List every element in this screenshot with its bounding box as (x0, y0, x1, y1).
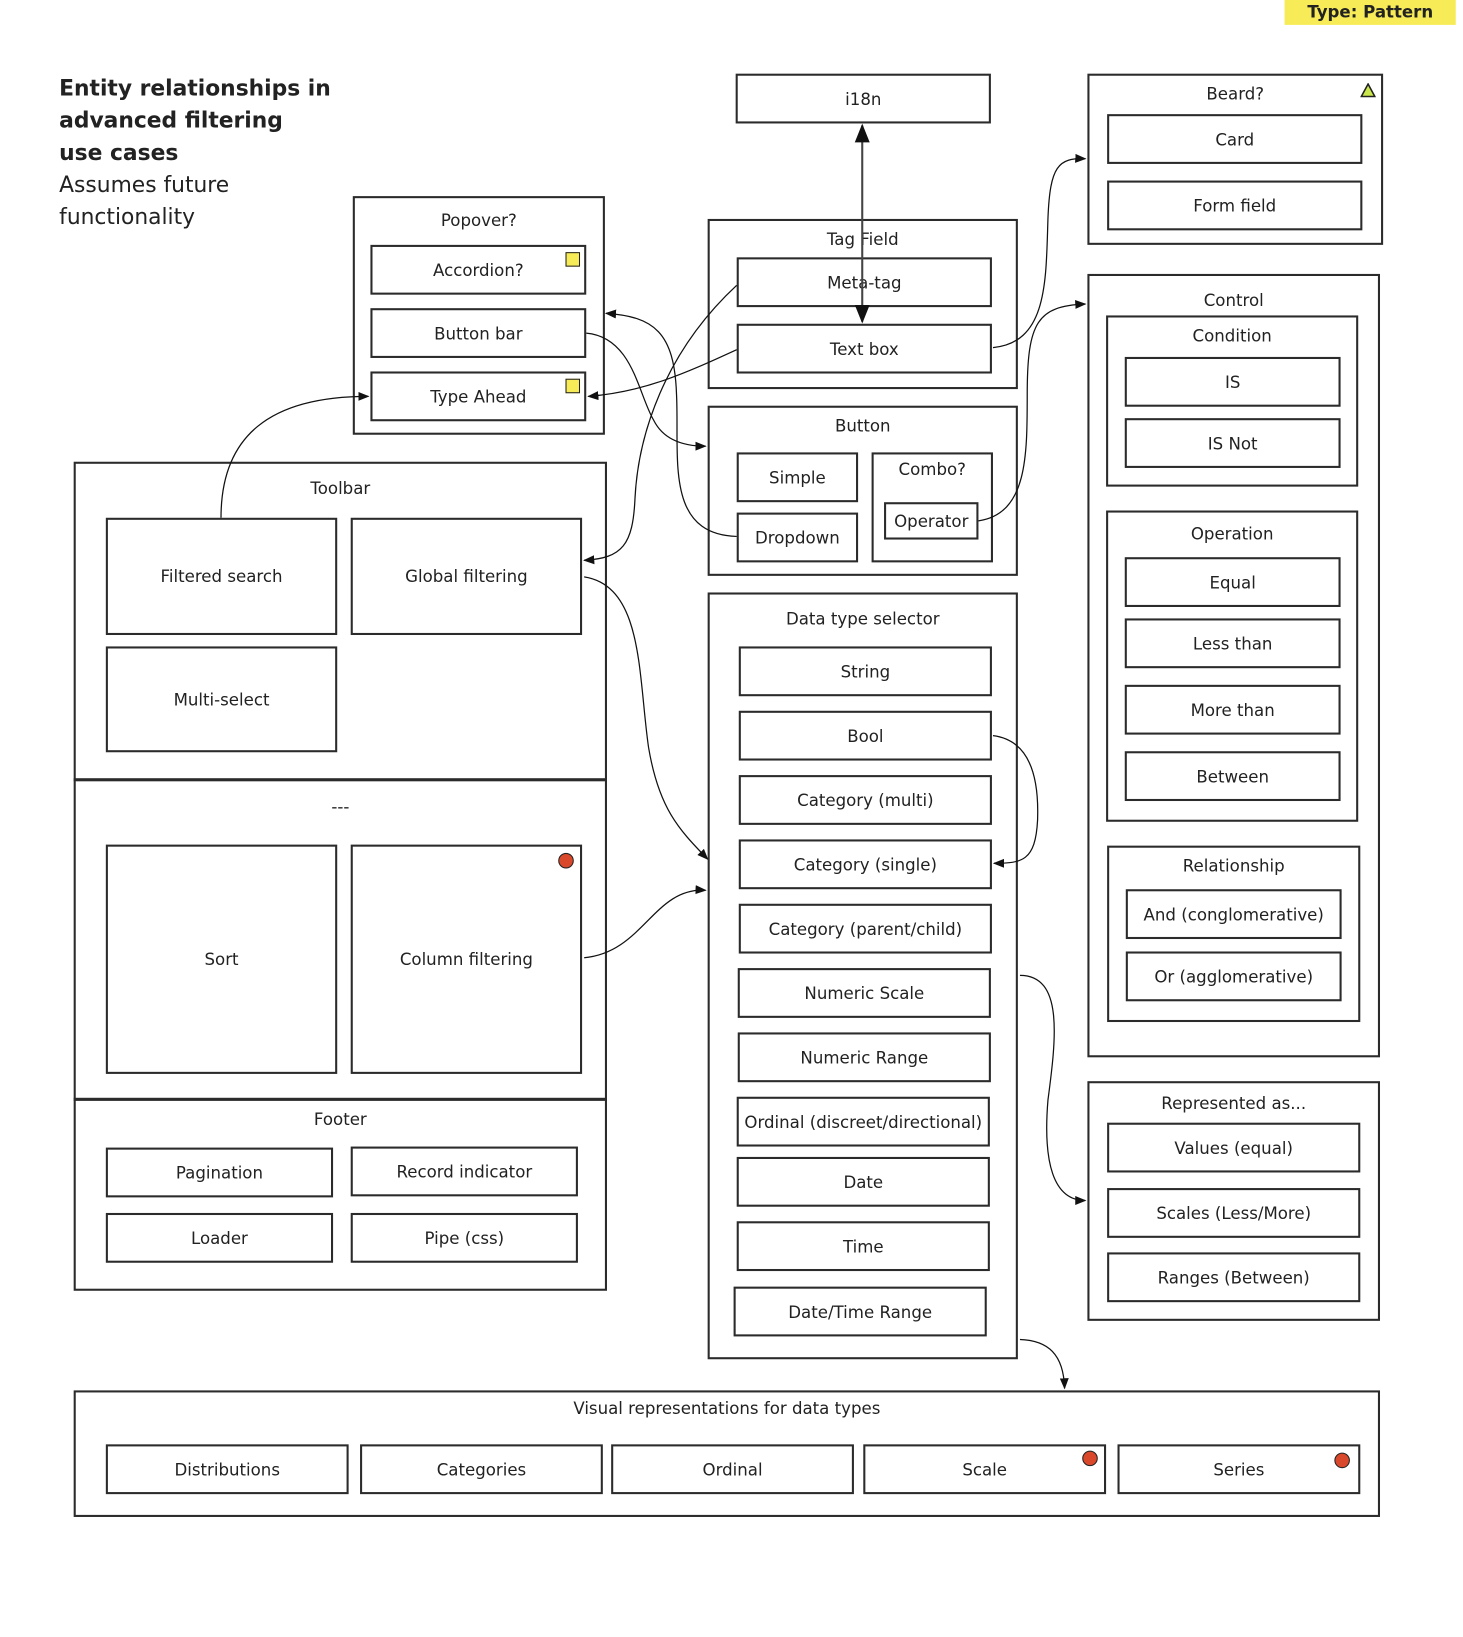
meta-tag-box[interactable]: Meta-tag (736, 257, 992, 308)
bool-box[interactable]: Bool (738, 710, 992, 761)
equal-box[interactable]: Equal (1124, 557, 1341, 607)
is-not-box[interactable]: IS Not (1124, 418, 1341, 468)
warning-triangle-icon (1360, 83, 1376, 98)
relationship-title: Relationship (1182, 856, 1285, 876)
control-title: Control (1203, 290, 1264, 311)
combo-title: Combo? (898, 459, 966, 480)
category-parent-child-box[interactable]: Category (parent/child) (738, 903, 992, 954)
pipe-css-box[interactable]: Pipe (css) (350, 1212, 578, 1263)
diagram-canvas: Type: Pattern Entity relationships in ad… (0, 0, 1463, 1637)
series-box[interactable]: Series (1117, 1444, 1361, 1495)
ranges-between-box[interactable]: Ranges (Between) (1107, 1252, 1361, 1303)
filtered-search-box[interactable]: Filtered search (105, 517, 338, 636)
between-box[interactable]: Between (1124, 751, 1341, 802)
loader-box[interactable]: Loader (105, 1212, 334, 1263)
type-badge: Type: Pattern (1284, 0, 1457, 25)
popover-title: Popover? (440, 210, 517, 231)
condition-title: Condition (1192, 325, 1272, 346)
operator-box[interactable]: Operator (884, 502, 979, 540)
numeric-scale-box[interactable]: Numeric Scale (737, 968, 991, 1018)
accordion-box[interactable]: Accordion? (370, 244, 587, 295)
time-box[interactable]: Time (736, 1221, 990, 1272)
record-indicator-box[interactable]: Record indicator (350, 1146, 578, 1197)
title-line: advanced filtering (59, 107, 283, 133)
data-type-selector-title: Data type selector (785, 609, 940, 629)
date-time-range-box[interactable]: Date/Time Range (733, 1286, 987, 1337)
sort-box[interactable]: Sort (105, 844, 338, 1074)
title-line: use cases (59, 140, 179, 165)
yellow-square-marker-icon (565, 378, 581, 394)
distributions-box[interactable]: Distributions (105, 1444, 349, 1495)
values-equal-box[interactable]: Values (equal) (1107, 1122, 1361, 1173)
and-conglomerative-box[interactable]: And (conglomerative) (1125, 889, 1342, 940)
red-dot-marker-icon (1082, 1450, 1098, 1467)
is-box[interactable]: IS (1124, 356, 1341, 407)
button-bar-box[interactable]: Button bar (370, 308, 587, 358)
tag-field-title: Tag Field (826, 229, 899, 250)
section-divider (73, 778, 607, 782)
connector-datatype-visual (1019, 1338, 1069, 1390)
card-box[interactable]: Card (1107, 114, 1363, 164)
categories-box[interactable]: Categories (360, 1444, 603, 1495)
pagination-box[interactable]: Pagination (105, 1147, 334, 1198)
subtitle-line: functionality (59, 204, 196, 230)
beard-title: Beard? (1206, 84, 1265, 104)
represented-as-title: Represented as... (1161, 1093, 1307, 1114)
text-box-box[interactable]: Text box (736, 323, 992, 374)
multi-select-box[interactable]: Multi-select (105, 646, 338, 753)
operation-title: Operation (1190, 523, 1274, 544)
category-single-box[interactable]: Category (single) (738, 839, 992, 890)
scales-less-more-box[interactable]: Scales (Less/More) (1107, 1188, 1361, 1238)
subtitle-line: Assumes future (59, 172, 230, 198)
string-box[interactable]: String (738, 646, 992, 697)
button-group-title: Button (834, 416, 891, 436)
footer-title: Footer (313, 1109, 367, 1129)
ordinal-box[interactable]: Ordinal (discreet/directional) (736, 1096, 990, 1147)
numeric-range-box[interactable]: Numeric Range (737, 1032, 991, 1083)
red-dot-marker-icon (1334, 1452, 1350, 1469)
middle-section-title: --- (331, 796, 350, 817)
simple-button-box[interactable]: Simple (736, 452, 859, 503)
scale-box[interactable]: Scale (863, 1444, 1107, 1495)
ordinal-visual-box[interactable]: Ordinal (611, 1444, 854, 1495)
global-filtering-box[interactable]: Global filtering (350, 517, 583, 636)
yellow-square-marker-icon (565, 252, 581, 267)
section-divider (73, 1097, 607, 1101)
date-box[interactable]: Date (736, 1156, 990, 1207)
more-than-box[interactable]: More than (1124, 684, 1341, 735)
dropdown-button-box[interactable]: Dropdown (736, 512, 859, 563)
i18n-box[interactable]: i18n (735, 73, 991, 124)
red-dot-marker-icon (558, 852, 574, 869)
form-field-box[interactable]: Form field (1107, 180, 1363, 231)
column-filtering-box[interactable]: Column filtering (350, 844, 583, 1074)
title-line: Entity relationships in (59, 75, 331, 101)
category-multi-box[interactable]: Category (multi) (738, 775, 992, 825)
type-ahead-box[interactable]: Type Ahead (370, 371, 587, 422)
visual-representations-title: Visual representations for data types (573, 1398, 881, 1419)
or-agglomerative-box[interactable]: Or (agglomerative) (1125, 951, 1342, 1002)
less-than-box[interactable]: Less than (1124, 618, 1341, 669)
diagram-title: Entity relationships in advanced filteri… (59, 73, 331, 234)
toolbar-title: Toolbar (310, 478, 371, 499)
connector-numericscale-representedas (1019, 974, 1087, 1205)
